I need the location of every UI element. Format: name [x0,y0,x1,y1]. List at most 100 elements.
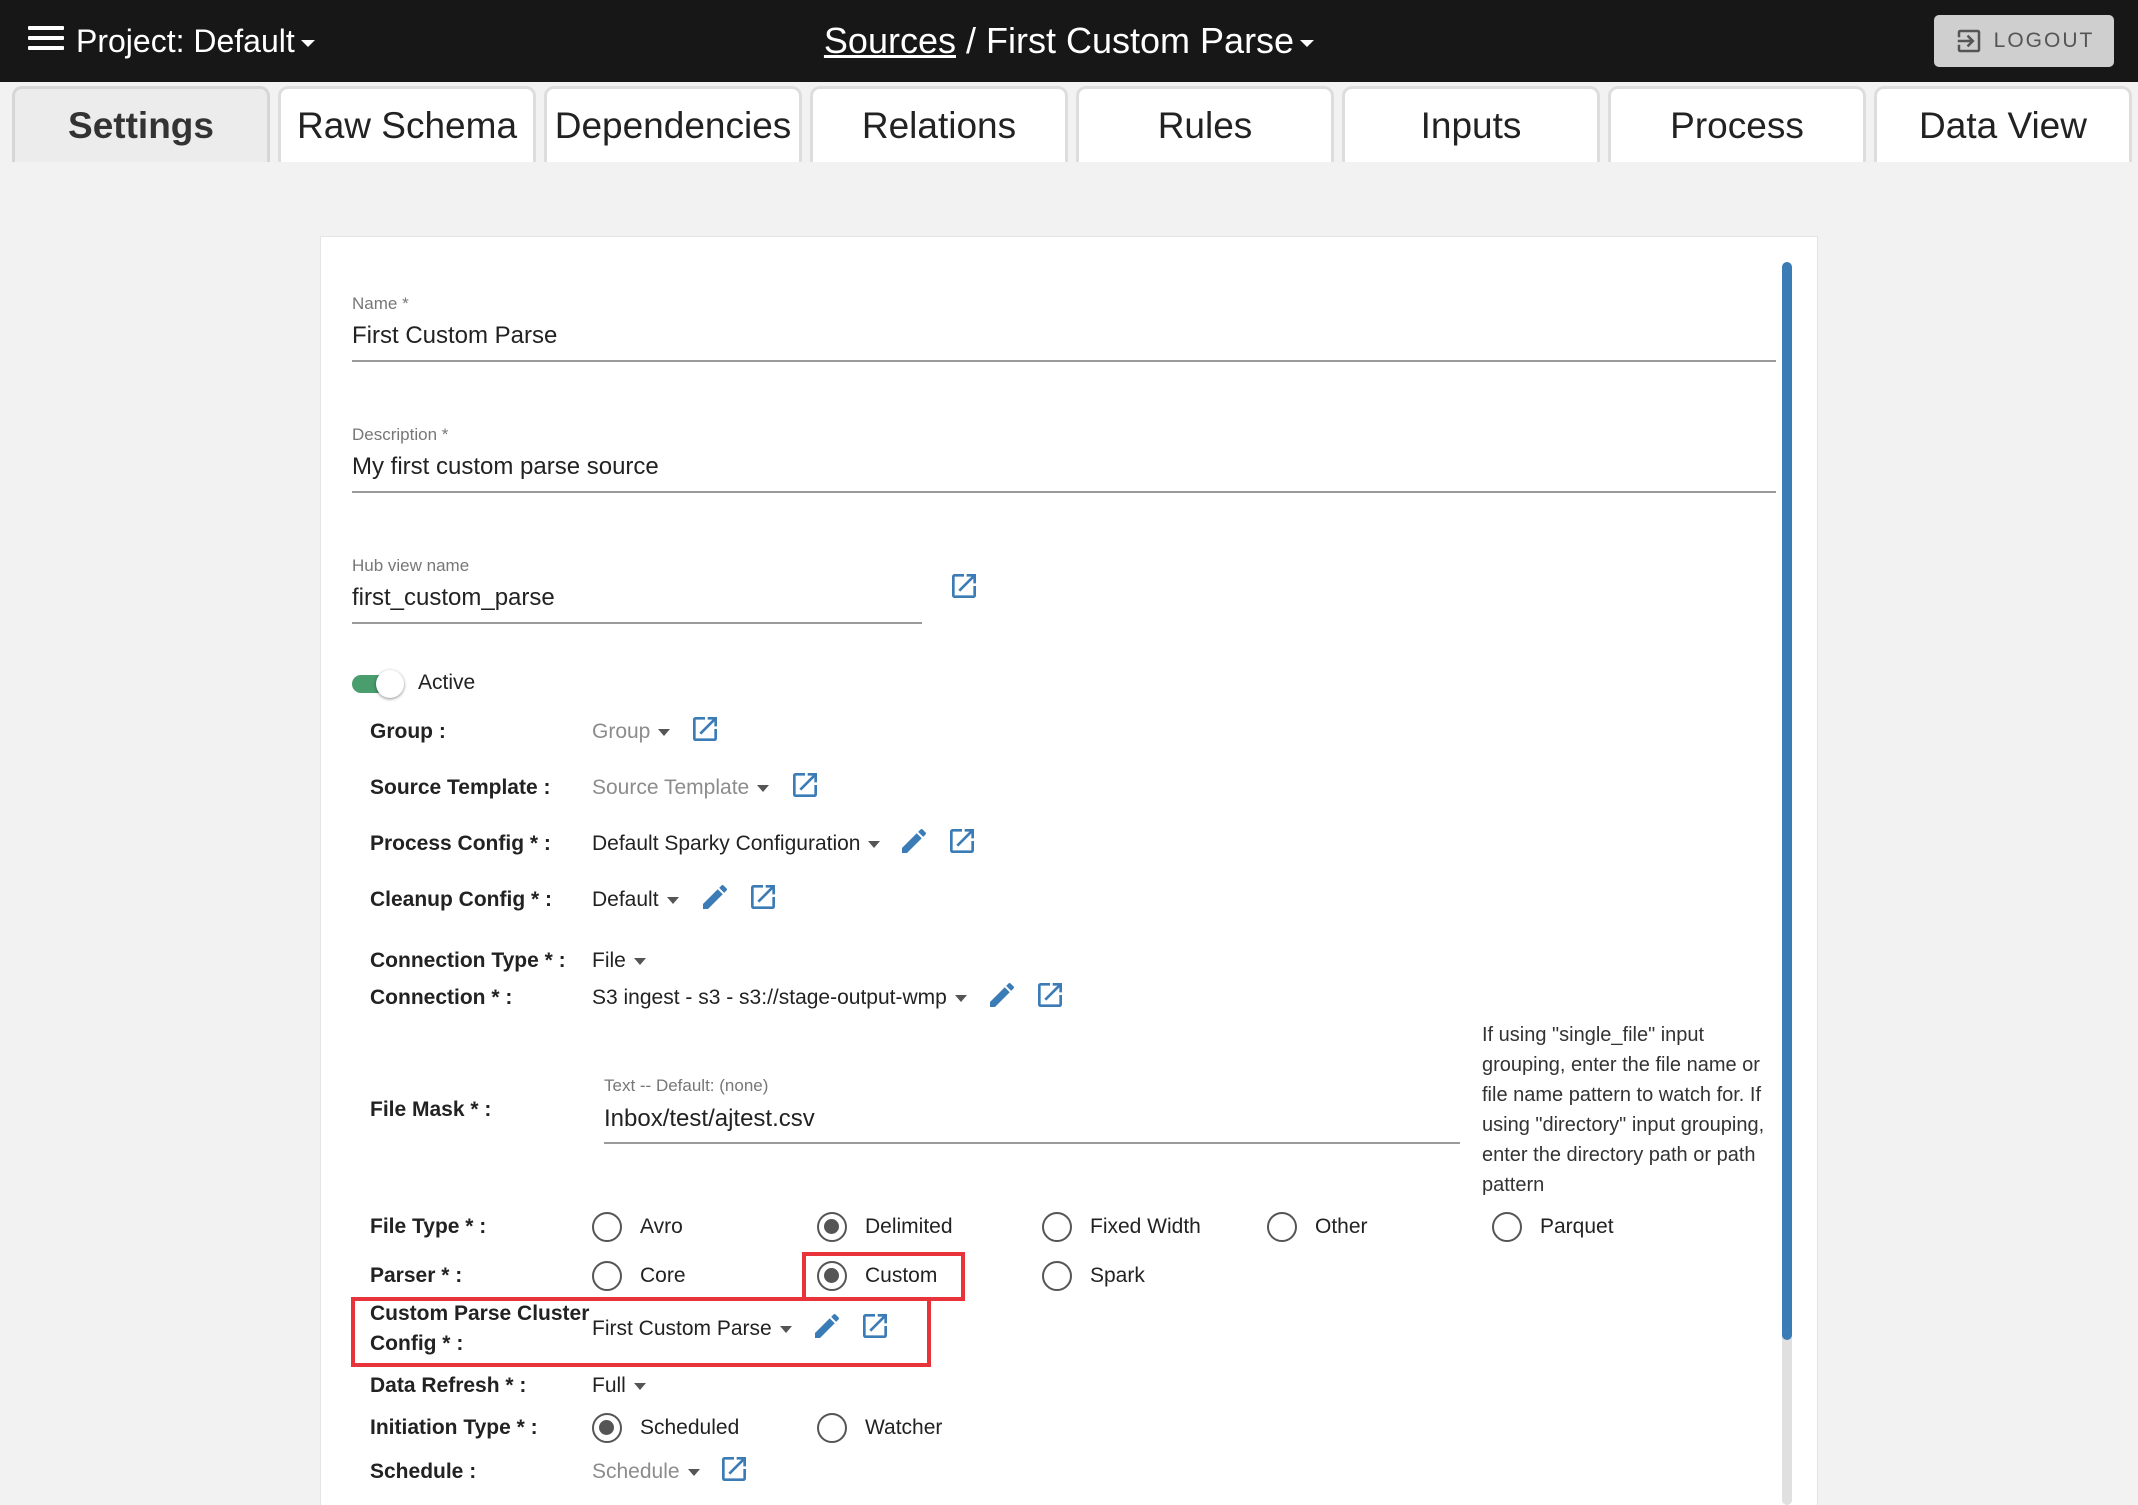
radio-label: Core [640,1264,686,1287]
logout-icon [1957,29,1980,53]
chevron-down-icon[interactable] [1300,39,1315,47]
radio-label: Avro [640,1215,683,1238]
radio-label: Delimited [865,1215,953,1238]
custom-parse-cluster-config-highlight-box [351,1297,931,1367]
parser-label: Parser * : [370,1264,463,1287]
file-type-radio-delimited[interactable]: Delimited [817,1212,953,1242]
group-placeholder: Group [592,720,651,743]
breadcrumb-sources-link[interactable]: Sources [824,20,956,61]
edit-pencil-icon[interactable] [699,881,731,913]
radio-circle [592,1212,622,1242]
connection-select[interactable]: S3 ingest - s3 - s3://stage-output-wmp [592,983,967,1013]
file-mask-input[interactable]: Inbox/test/ajtest.csv [604,1105,815,1133]
schedule-label: Schedule : [370,1460,477,1483]
initiation-type-radio-scheduled[interactable]: Scheduled [592,1413,739,1443]
description-label: Description * [352,425,449,444]
name-input[interactable]: First Custom Parse [352,322,557,350]
file-mask-help-text: If using "single_file" input grouping, e… [1482,1024,1765,1196]
radio-label: Watcher [865,1416,943,1439]
file-type-radio-other[interactable]: Other [1267,1212,1368,1242]
hub-view-name-label: Hub view name [352,556,470,575]
tab-rules[interactable]: Rules [1076,86,1334,162]
file-mask-label: File Mask * : [370,1098,492,1121]
external-link-icon[interactable] [789,769,821,801]
file-type-radio-avro[interactable]: Avro [592,1212,683,1242]
description-underline [352,491,1776,493]
process-config-select[interactable]: Default Sparky Configuration [592,829,881,859]
radio-label: Other [1315,1215,1368,1238]
tab-raw-schema[interactable]: Raw Schema [278,86,536,162]
file-type-radio-fixed-width[interactable]: Fixed Width [1042,1212,1201,1242]
custom-parser-highlight-box [802,1252,965,1301]
radio-circle [592,1413,622,1443]
radio-circle [1267,1212,1297,1242]
tab-inputs[interactable]: Inputs [1342,86,1600,162]
chevron-down-icon [658,728,671,736]
active-toggle[interactable] [352,668,406,698]
connection-label: Connection * : [370,986,513,1009]
chevron-down-icon [666,896,679,904]
source-template-select[interactable]: Source Template [592,773,770,803]
source-template-label: Source Template : [370,776,551,799]
parser-radio-core[interactable]: Core [592,1261,686,1291]
group-select[interactable]: Group [592,717,671,747]
chevron-down-icon [757,784,770,792]
file-type-radio-parquet[interactable]: Parquet [1492,1212,1614,1242]
schedule-select[interactable]: Schedule [592,1457,700,1487]
tab-process[interactable]: Process [1608,86,1866,162]
data-refresh-label: Data Refresh * : [370,1374,527,1397]
external-link-icon[interactable] [747,881,779,913]
data-refresh-value: Full [592,1374,626,1397]
tab-settings[interactable]: Settings [12,86,270,162]
radio-label: Scheduled [640,1416,740,1439]
radio-label: Parquet [1540,1215,1614,1238]
tab-relations[interactable]: Relations [810,86,1068,162]
radio-circle [817,1212,847,1242]
initiation-type-label: Initiation Type * : [370,1416,538,1439]
tab-data-view[interactable]: Data View [1874,86,2132,162]
file-type-label: File Type * : [370,1215,487,1238]
hub-view-name-input[interactable]: first_custom_parse [352,584,555,612]
data-refresh-select[interactable]: Full [592,1371,646,1401]
external-link-icon[interactable] [689,713,721,745]
active-label: Active [418,671,476,694]
external-link-icon[interactable] [948,570,980,602]
external-link-icon[interactable] [718,1453,750,1485]
scrollbar-thumb[interactable] [1782,262,1792,1340]
file-mask-hint: Text -- Default: (none) [604,1076,769,1095]
chevron-down-icon [868,840,881,848]
description-input[interactable]: My first custom parse source [352,453,659,481]
name-underline [352,360,1776,362]
external-link-icon[interactable] [946,825,978,857]
radio-circle [592,1261,622,1291]
parser-radio-spark[interactable]: Spark [1042,1261,1145,1291]
chevron-down-icon [687,1468,700,1476]
initiation-type-radio-watcher[interactable]: Watcher [817,1413,942,1443]
external-link-icon[interactable] [1034,979,1066,1011]
cleanup-config-label: Cleanup Config * : [370,888,552,911]
connection-type-select[interactable]: File [592,946,646,976]
logout-label: LOGOUT [1993,29,2095,52]
cleanup-config-select[interactable]: Default [592,885,679,915]
breadcrumb-separator: / [966,20,977,61]
tab-dependencies[interactable]: Dependencies [544,86,802,162]
file-mask-underline [604,1142,1460,1144]
process-config-value: Default Sparky Configuration [592,832,861,855]
breadcrumb: Sources / First Custom Parse [0,20,2138,62]
breadcrumb-current-source[interactable]: First Custom Parse [986,20,1294,61]
radio-circle [1492,1212,1522,1242]
top-app-bar: Project: Default Sources / First Custom Pa… [0,0,2138,82]
tab-bar: Settings Raw Schema Dependencies Relatio… [12,86,2132,162]
connection-type-value: File [592,949,626,972]
logout-button[interactable]: LOGOUT [1934,15,2114,67]
radio-circle [1042,1261,1072,1291]
connection-type-label: Connection Type * : [370,949,566,972]
chevron-down-icon [633,1382,646,1390]
radio-label: Fixed Width [1090,1215,1201,1238]
hub-view-name-underline [352,622,922,624]
edit-pencil-icon[interactable] [898,825,930,857]
source-template-placeholder: Source Template [592,776,750,799]
group-label: Group : [370,720,446,743]
chevron-down-icon [954,994,967,1002]
edit-pencil-icon[interactable] [986,979,1018,1011]
